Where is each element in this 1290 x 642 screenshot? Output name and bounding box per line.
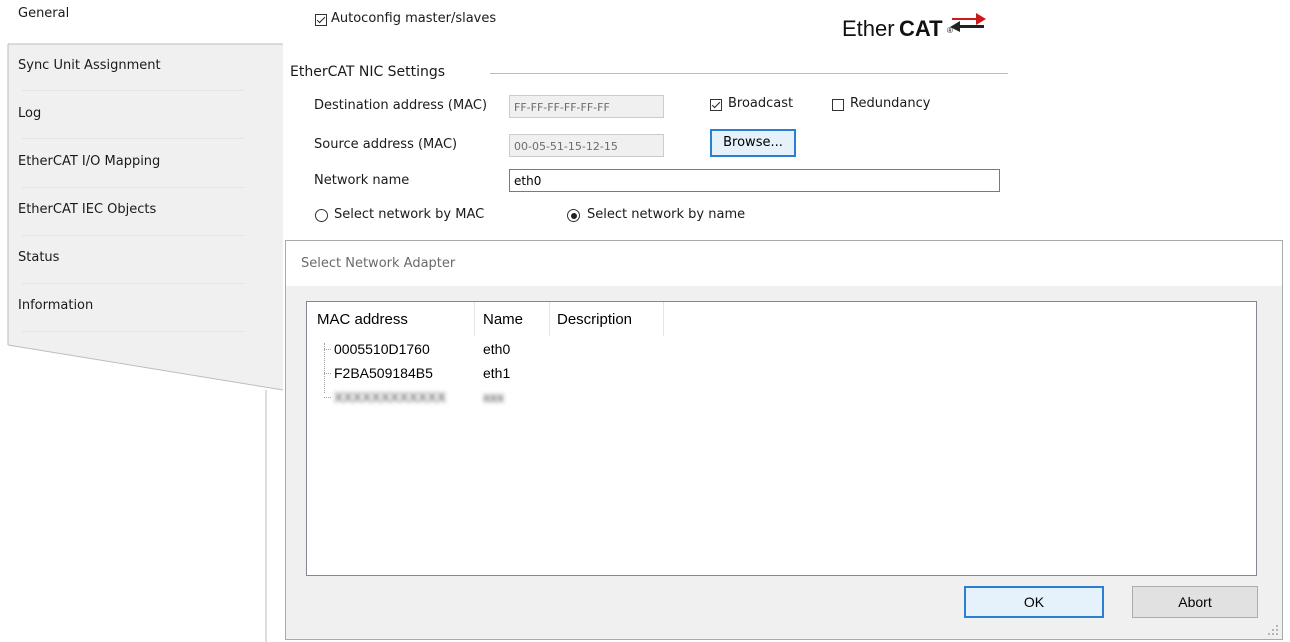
resize-grip-icon[interactable] (1267, 624, 1279, 636)
tab-separator (22, 331, 244, 332)
tab-log[interactable]: Log (18, 106, 41, 121)
row-name: eth0 (483, 341, 511, 357)
row-mac: 0005510D1760 (334, 341, 430, 357)
tree-line (324, 397, 331, 398)
network-name-field[interactable] (509, 169, 1000, 192)
column-separator[interactable] (474, 302, 475, 336)
logo-text-cat: CAT (899, 16, 943, 41)
column-separator[interactable] (549, 302, 550, 336)
network-name-label: Network name (314, 173, 410, 188)
row-name: eth1 (483, 365, 511, 381)
row-mac: F2BA509184B5 (334, 365, 433, 381)
dialog-title: Select Network Adapter (301, 256, 456, 271)
nic-settings-group-title: EtherCAT NIC Settings (290, 64, 446, 80)
autoconfig-checkbox[interactable] (315, 14, 327, 26)
tab-separator (22, 235, 244, 236)
source-address-label: Source address (MAC) (314, 137, 458, 152)
destination-address-label: Destination address (MAC) (314, 98, 488, 113)
select-network-adapter-dialog: Select Network Adapter MAC address Name … (285, 240, 1283, 640)
redundancy-checkbox[interactable] (832, 99, 844, 111)
logo-arrows-icon (950, 13, 986, 32)
abort-button[interactable]: Abort (1132, 586, 1258, 618)
column-separator[interactable] (663, 302, 664, 336)
ethercat-logo: Ether CAT ® (842, 12, 992, 42)
tab-information[interactable]: Information (18, 298, 93, 313)
tree-line (324, 349, 331, 350)
logo-text-ether: Ether (842, 16, 895, 41)
select-by-mac-radio[interactable] (315, 209, 328, 222)
column-header-description[interactable]: Description (557, 311, 632, 328)
adapter-list[interactable]: MAC address Name Description 0005510D176… (306, 301, 1257, 576)
tab-ethercat-io-mapping[interactable]: EtherCAT I/O Mapping (18, 154, 160, 169)
redundancy-label: Redundancy (850, 96, 931, 111)
browse-button[interactable]: Browse... (710, 129, 796, 157)
ok-button[interactable]: OK (964, 586, 1104, 618)
destination-address-field (509, 95, 664, 118)
tree-line (324, 373, 331, 374)
group-divider (490, 73, 1008, 74)
tab-status[interactable]: Status (18, 250, 59, 265)
dialog-titlebar: Select Network Adapter (286, 241, 1282, 286)
tab-sync-unit-assignment[interactable]: Sync Unit Assignment (18, 58, 161, 73)
tab-general[interactable]: General (18, 6, 69, 21)
select-by-mac-label: Select network by MAC (334, 207, 485, 222)
select-by-name-label: Select network by name (587, 207, 746, 222)
tab-separator (22, 187, 244, 188)
tab-panel-background (7, 43, 284, 642)
row-mac-obscured: XXXXXXXXXXXX (334, 389, 447, 405)
broadcast-checkbox[interactable] (710, 99, 722, 111)
source-address-field (509, 134, 664, 157)
broadcast-label: Broadcast (728, 96, 794, 111)
column-header-name[interactable]: Name (483, 311, 523, 328)
tree-line (324, 343, 325, 393)
select-by-name-radio[interactable] (567, 209, 580, 222)
column-header-mac[interactable]: MAC address (317, 311, 408, 328)
tab-separator (22, 90, 244, 91)
autoconfig-label: Autoconfig master/slaves (331, 11, 497, 26)
row-name-obscured: xxx (483, 389, 504, 405)
tab-separator (22, 283, 244, 284)
tab-separator (22, 138, 244, 139)
tab-ethercat-iec-objects[interactable]: EtherCAT IEC Objects (18, 202, 156, 217)
